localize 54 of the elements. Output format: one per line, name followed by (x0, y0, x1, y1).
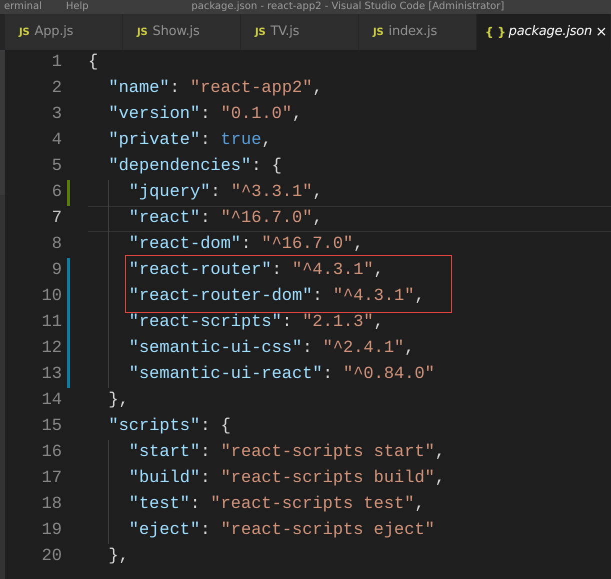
line-number: 6 (50, 182, 62, 204)
line-number: 12 (40, 338, 62, 360)
editor-tab[interactable]: JS App.js (5, 14, 123, 50)
line-number: 9 (50, 260, 62, 282)
code-line: { (88, 52, 100, 74)
code-line: "test": "react-scripts test", (88, 492, 611, 518)
line-number: 7 (50, 208, 62, 230)
line-number: 18 (40, 494, 62, 516)
code-line: "dependencies": { (107, 156, 283, 178)
code-line: "react": "^16.7.0", (88, 206, 611, 232)
line-number: 15 (40, 416, 62, 438)
editor-tab[interactable]: { } package.json × (477, 14, 611, 50)
js-file-icon: JS (255, 24, 266, 40)
code-line: "private": true, (107, 130, 273, 152)
line-number: 5 (50, 156, 62, 178)
js-file-icon: JS (19, 24, 30, 40)
json-file-icon: { } (485, 23, 506, 41)
line-number: 19 (40, 520, 62, 542)
code-line: "version": "0.1.0", (107, 104, 304, 126)
code-line: "jquery": "^3.3.1", (88, 180, 611, 206)
line-number: 13 (40, 364, 62, 386)
editor-tab[interactable]: JS Show.js (123, 14, 241, 50)
code-line: "start": "react-scripts start", (88, 440, 611, 466)
line-number: 4 (50, 130, 62, 152)
code-line: "react-router-dom": "^4.3.1", (128, 286, 425, 308)
line-number: 20 (40, 546, 62, 568)
code-line: "react-router": "^4.3.1", (128, 260, 385, 282)
editor-tab[interactable]: JS index.js (359, 14, 477, 50)
line-number: 14 (40, 390, 62, 412)
code-line: "react-scripts": "2.1.3", (88, 310, 611, 336)
line-number: 10 (40, 286, 62, 308)
line-number: 2 (50, 78, 62, 100)
line-number: 8 (50, 234, 62, 256)
js-file-icon: JS (137, 24, 148, 40)
code-line: "semantic-ui-react": "^0.84.0" (88, 362, 611, 388)
line-number: 3 (50, 104, 62, 126)
code-line: }, (107, 546, 130, 568)
menu-item[interactable]: Help (66, 0, 89, 14)
code-line: "eject": "react-scripts eject" (88, 518, 611, 544)
code-line: "semantic-ui-css": "^2.4.1", (88, 336, 611, 362)
editor-tab[interactable]: JS TV.js (241, 14, 359, 50)
menu-item[interactable]: erminal (4, 0, 42, 14)
code-line: "build": "react-scripts build", (88, 466, 611, 492)
code-line: "scripts": { (107, 416, 232, 438)
js-file-icon: JS (373, 24, 384, 40)
close-icon[interactable]: × (592, 22, 607, 42)
line-number: 17 (40, 468, 62, 490)
line-number: 1 (50, 52, 62, 74)
code-line: }, (107, 390, 130, 412)
line-number: 11 (40, 312, 62, 334)
code-line: "react-dom": "^16.7.0", (88, 232, 611, 258)
line-number: 16 (40, 442, 62, 464)
window-title: package.json - react-app2 - Visual Studio Code [Administrator] (191, 0, 504, 14)
code-line: "name": "react-app2", (107, 78, 324, 100)
